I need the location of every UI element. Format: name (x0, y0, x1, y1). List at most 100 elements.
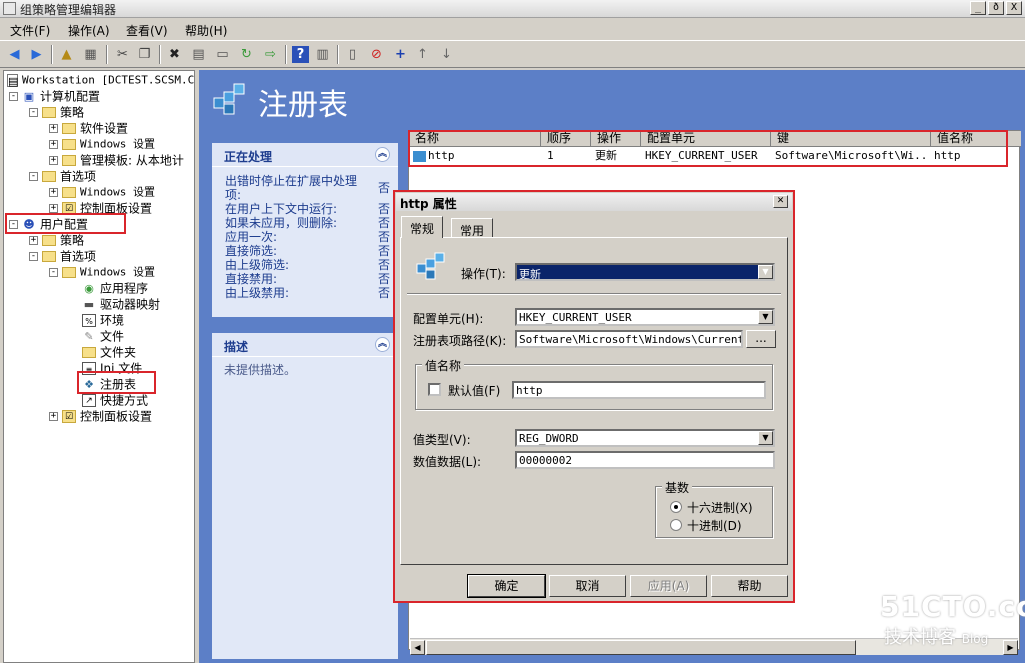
move-down-icon[interactable]: ↓ (438, 46, 455, 63)
move-up-icon[interactable]: ↑ (414, 46, 431, 63)
tree-windows-settings[interactable]: + Windows 设置 (49, 184, 155, 200)
value-name-input[interactable]: http (512, 381, 766, 399)
tree-control-panel[interactable]: + ☑ 控制面板设置 (49, 408, 152, 424)
cancel-button[interactable]: 取消 (549, 575, 626, 597)
close-button[interactable]: X (1006, 1, 1022, 15)
help-button[interactable]: 帮助 (711, 575, 788, 597)
menu-file[interactable]: 文件(F) (10, 22, 50, 39)
tree-shortcuts[interactable]: ↗ 快捷方式 (82, 392, 148, 408)
restore-button[interactable]: ð (988, 1, 1004, 15)
menu-view[interactable]: 查看(V) (126, 22, 168, 39)
delete-icon[interactable]: ✖ (166, 46, 183, 63)
action-select[interactable]: 更新 ▼ (515, 263, 775, 281)
dialog-close-button[interactable]: ✕ (773, 195, 788, 208)
collapse-icon[interactable]: - (9, 92, 18, 101)
tree-drive-maps[interactable]: ▬ 驱动器映射 (82, 296, 160, 312)
column-header-value-name[interactable]: 值名称 (931, 131, 1021, 147)
expand-icon[interactable]: + (49, 188, 58, 197)
menu-action[interactable]: 操作(A) (68, 22, 110, 39)
processing-value: 否 (378, 286, 391, 300)
processing-value: 否 (378, 181, 391, 195)
new-item-icon[interactable]: ▯ (344, 46, 361, 63)
tree-control-panel[interactable]: + ☑ 控制面板设置 (49, 200, 152, 216)
tree-windows-settings[interactable]: - Windows 设置 (49, 264, 155, 280)
chevron-down-icon[interactable]: ▼ (758, 310, 773, 324)
processing-label: 出错时停止在扩展中处理 (225, 174, 358, 188)
tree-policy[interactable]: + 策略 (29, 232, 84, 248)
tree-environment[interactable]: % 环境 (82, 312, 124, 328)
tree-preferences[interactable]: - 首选项 (29, 168, 96, 184)
value-data-input[interactable]: 00000002 (515, 451, 775, 469)
key-path-input[interactable]: Software\Microsoft\Windows\CurrentVer: (515, 330, 743, 348)
app-icon (3, 2, 16, 15)
scroll-right-icon[interactable]: ▶ (1003, 640, 1018, 655)
default-value-checkbox[interactable] (428, 383, 441, 396)
tree-windows-settings[interactable]: + Windows 设置 (49, 136, 155, 152)
tab-common[interactable]: 常用 (451, 218, 494, 238)
column-header-order[interactable]: 顺序 (541, 131, 591, 147)
tree-computer-config[interactable]: - ▣ 计算机配置 (9, 88, 100, 104)
expand-icon[interactable]: + (49, 204, 58, 213)
collapse-chevron-icon[interactable]: ︽ (375, 337, 390, 352)
collapse-icon[interactable]: - (29, 172, 38, 181)
tree-software-settings[interactable]: + 软件设置 (49, 120, 128, 136)
expand-icon[interactable]: + (29, 236, 38, 245)
console-icon[interactable]: ▥ (314, 46, 331, 63)
properties-icon[interactable]: ▤ (190, 46, 207, 63)
back-icon[interactable]: ◀ (6, 46, 23, 63)
collapse-icon[interactable]: - (29, 252, 38, 261)
decimal-radio[interactable] (670, 519, 682, 531)
forward-icon[interactable]: ▶ (28, 46, 45, 63)
disable-icon[interactable]: ⊘ (368, 46, 385, 63)
tree-user-config[interactable]: - ☻ 用户配置 (9, 216, 88, 232)
show-tree-icon[interactable]: ▦ (82, 46, 99, 63)
add-icon[interactable]: + (392, 46, 409, 63)
tab-general[interactable]: 常规 (401, 216, 444, 238)
help-icon[interactable]: ? (292, 46, 309, 63)
properties-dialog: http 属性 ✕ 常规 常用 操作(T): 更新 ▼ 配置单元(H): HKEY_… (394, 191, 794, 602)
column-header-hive[interactable]: 配置单元 (641, 131, 771, 147)
hive-select[interactable]: HKEY_CURRENT_USER ▼ (515, 308, 775, 326)
cut-icon[interactable]: ✂ (114, 46, 131, 63)
expand-icon[interactable]: + (49, 156, 58, 165)
ok-button[interactable]: 确定 (467, 574, 546, 598)
tree-root[interactable]: ▤ Workstation [DCTEST.SCSM.COM (7, 72, 194, 88)
column-header-key[interactable]: 键 (771, 131, 931, 147)
minimize-button[interactable]: _ (970, 1, 986, 15)
hex-radio[interactable] (670, 501, 682, 513)
tree-files[interactable]: ✎ 文件 (82, 328, 124, 344)
chevron-down-icon[interactable]: ▼ (758, 431, 773, 445)
tree-policy[interactable]: - 策略 (29, 104, 84, 120)
tree-ini-files[interactable]: ≡ Ini 文件 (82, 360, 142, 376)
scroll-thumb[interactable] (426, 640, 856, 655)
collapse-icon[interactable]: - (29, 108, 38, 117)
tree-registry[interactable]: ❖ 注册表 (82, 376, 136, 392)
chevron-down-icon[interactable]: ▼ (758, 265, 773, 279)
collapse-icon[interactable]: - (9, 220, 18, 229)
cell-order: 1 (547, 149, 554, 162)
tree-admin-templates[interactable]: + 管理模板: 从本地计 (49, 152, 184, 168)
expand-icon[interactable]: + (49, 412, 58, 421)
column-header-name[interactable]: 名称 (409, 131, 541, 147)
scroll-left-icon[interactable]: ◀ (410, 640, 425, 655)
expand-icon[interactable]: + (49, 140, 58, 149)
watermark-text: 技术博客 Blog (884, 627, 989, 648)
print-icon[interactable]: ▭ (214, 46, 231, 63)
collapse-chevron-icon[interactable]: ︽ (375, 147, 390, 162)
refresh-icon[interactable]: ↻ (238, 46, 255, 63)
menu-help[interactable]: 帮助(H) (185, 22, 227, 39)
value-type-select[interactable]: REG_DWORD ▼ (515, 429, 775, 447)
column-header-action[interactable]: 操作 (591, 131, 641, 147)
collapse-icon[interactable]: - (49, 268, 58, 277)
application-icon: ◉ (84, 282, 94, 295)
tree-applications[interactable]: ◉ 应用程序 (82, 280, 148, 296)
up-folder-icon[interactable]: ▲ (58, 46, 75, 63)
tree-preferences[interactable]: - 首选项 (29, 248, 96, 264)
apply-button[interactable]: 应用(A) (630, 575, 707, 597)
browse-button[interactable]: ... (746, 330, 776, 348)
export-icon[interactable]: ⇨ (262, 46, 279, 63)
window-title: 组策略管理编辑器 (20, 3, 117, 17)
copy-icon[interactable]: ❐ (136, 46, 153, 63)
expand-icon[interactable]: + (49, 124, 58, 133)
tree-folders[interactable]: 文件夹 (82, 344, 136, 360)
